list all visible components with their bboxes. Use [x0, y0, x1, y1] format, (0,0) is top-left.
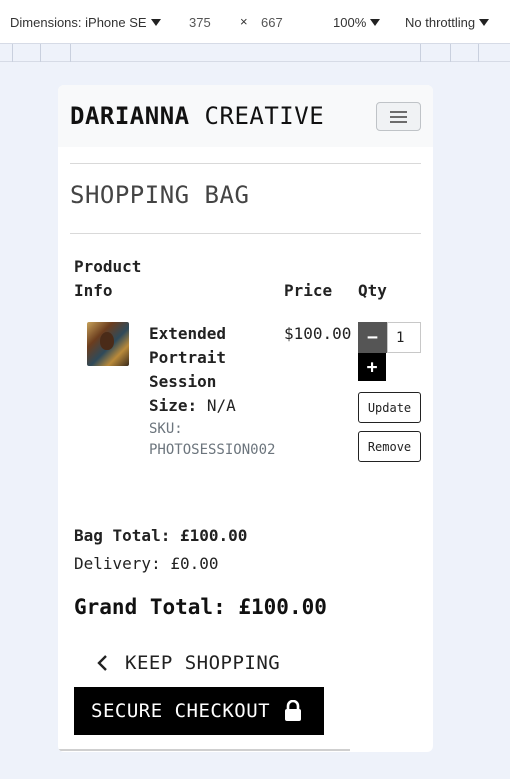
- dropdown-arrow-icon: [150, 19, 161, 26]
- page-title: SHOPPING BAG: [70, 181, 250, 209]
- devtools-device-toolbar: Dimensions: iPhone SE 375 × 667 100% No …: [0, 0, 510, 44]
- times-separator: ×: [240, 14, 248, 29]
- size-value: N/A: [206, 396, 236, 415]
- throttling-label: No throttling: [405, 15, 476, 30]
- decrement-qty-button[interactable]: −: [358, 322, 387, 353]
- header-product-info-line1: Product: [74, 257, 142, 276]
- brand-name-light: CREATIVE: [204, 102, 325, 130]
- throttling-dropdown[interactable]: No throttling: [405, 15, 490, 30]
- zoom-dropdown[interactable]: 100%: [333, 15, 381, 30]
- bottom-divider: [58, 749, 350, 751]
- navbar: DARIANNA CREATIVE: [58, 85, 433, 147]
- zoom-label: 100%: [333, 15, 367, 30]
- keep-shopping-link[interactable]: KEEP SHOPPING: [93, 652, 280, 674]
- product-size: Size: N/A: [149, 394, 236, 418]
- bag-total-label: Bag Total:: [74, 526, 171, 545]
- sku-value: PHOTOSESSION002: [149, 442, 276, 458]
- keep-shopping-label: KEEP SHOPPING: [125, 652, 281, 674]
- delivery-cost: Delivery: £0.00: [74, 552, 219, 576]
- bag-total: Bag Total: £100.00: [74, 524, 247, 548]
- delivery-value: £0.00: [170, 554, 219, 573]
- dimensions-label: Dimensions: iPhone SE: [10, 15, 147, 30]
- dimensions-dropdown[interactable]: Dimensions: iPhone SE: [10, 15, 161, 30]
- grand-total: Grand Total: £100.00: [74, 595, 327, 619]
- dropdown-arrow-icon: [370, 19, 381, 26]
- secure-checkout-button[interactable]: SECURE CHECKOUT: [74, 687, 324, 735]
- header-price: Price: [284, 281, 333, 300]
- product-price: $100.00: [284, 324, 352, 343]
- brand-name-bold: DARIANNA: [70, 102, 190, 130]
- header-qty: Qty: [358, 281, 387, 300]
- product-name-line: Extended: [149, 324, 227, 343]
- remove-button[interactable]: Remove: [358, 431, 421, 462]
- product-name-line: Session: [149, 372, 217, 391]
- height-input[interactable]: 667: [261, 15, 283, 30]
- divider: [70, 163, 421, 164]
- header-product-info-line2: Info: [74, 281, 113, 300]
- device-viewport: DARIANNA CREATIVE SHOPPING BAG Product I…: [58, 85, 433, 752]
- media-query-ruler: [0, 44, 510, 62]
- dropdown-arrow-icon: [479, 19, 490, 26]
- update-button[interactable]: Update: [358, 392, 421, 423]
- grand-total-value: £100.00: [238, 595, 327, 619]
- quantity-input[interactable]: 1: [387, 322, 421, 353]
- size-label: Size:: [149, 396, 198, 415]
- product-name-line: Portrait: [149, 348, 227, 367]
- product-name: Extended Portrait Session: [149, 322, 279, 394]
- delivery-label: Delivery:: [74, 554, 161, 573]
- width-input[interactable]: 375: [189, 15, 211, 30]
- lock-icon: [285, 700, 302, 721]
- increment-qty-button[interactable]: +: [358, 353, 386, 381]
- hamburger-icon[interactable]: [376, 102, 421, 131]
- brand-logo[interactable]: DARIANNA CREATIVE: [70, 102, 324, 130]
- sku-label: SKU:: [149, 421, 183, 437]
- product-thumbnail: [87, 322, 129, 366]
- bag-total-value: £100.00: [179, 526, 248, 545]
- product-sku: SKU: PHOTOSESSION002: [149, 419, 275, 461]
- grand-total-label: Grand Total:: [74, 595, 226, 619]
- divider: [70, 233, 421, 234]
- secure-checkout-label: SECURE CHECKOUT: [91, 700, 271, 722]
- chevron-left-icon: [97, 655, 107, 671]
- header-product-info: Product Info: [74, 255, 141, 303]
